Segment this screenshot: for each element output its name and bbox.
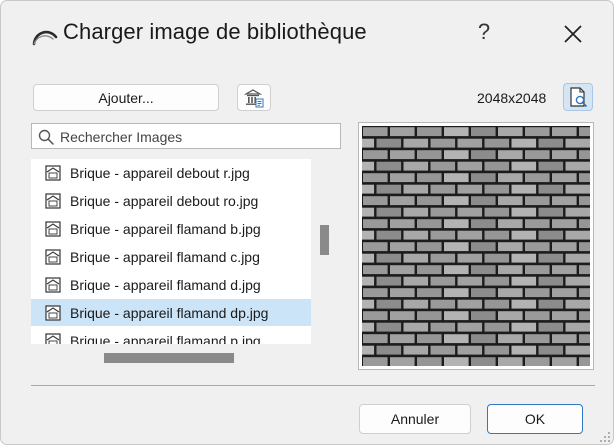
brick-texture-preview bbox=[362, 126, 590, 366]
close-icon[interactable] bbox=[558, 19, 588, 49]
dialog-title: Charger image de bibliothèque bbox=[63, 19, 367, 44]
footer-divider bbox=[31, 385, 595, 386]
library-building-icon bbox=[244, 88, 264, 107]
add-button[interactable]: Ajouter... bbox=[33, 84, 219, 111]
list-item-label: Brique - appareil flamand b.jpg bbox=[70, 220, 261, 237]
load-library-image-dialog: Charger image de bibliothèque ? Ajouter.… bbox=[0, 0, 614, 445]
list-item-label: Brique - appareil flamand d.jpg bbox=[70, 276, 261, 293]
vertical-scrollbar-thumb[interactable] bbox=[320, 225, 329, 255]
search-input[interactable] bbox=[58, 126, 340, 148]
list-item[interactable]: Brique - appareil debout ro.jpg bbox=[31, 187, 311, 214]
search-icon bbox=[38, 129, 54, 145]
list-item[interactable]: Brique - appareil flamand dp.jpg bbox=[31, 299, 311, 326]
preview-toggle-button[interactable] bbox=[563, 83, 593, 111]
cancel-button[interactable]: Annuler bbox=[359, 404, 471, 434]
image-file-icon bbox=[45, 304, 61, 321]
list-item[interactable]: Brique - appareil flamand p.jpg bbox=[31, 327, 311, 344]
image-file-list: Brique - appareil debout r.jpg Brique - a… bbox=[31, 159, 311, 344]
arc-app-icon bbox=[32, 30, 58, 46]
list-item[interactable]: Brique - appareil flamand b.jpg bbox=[31, 215, 311, 242]
list-item[interactable]: Brique - appareil debout r.jpg bbox=[31, 159, 311, 186]
image-preview bbox=[358, 122, 594, 370]
image-file-icon bbox=[45, 248, 61, 265]
image-file-icon bbox=[45, 164, 61, 181]
resize-grip-icon[interactable] bbox=[597, 429, 611, 443]
horizontal-scrollbar-thumb[interactable] bbox=[104, 353, 234, 363]
document-search-icon bbox=[570, 87, 587, 107]
library-button[interactable] bbox=[237, 84, 271, 111]
search-box bbox=[31, 123, 341, 149]
image-resolution: 2048x2048 bbox=[477, 90, 547, 106]
list-item-label: Brique - appareil flamand p.jpg bbox=[70, 332, 261, 345]
list-item[interactable]: Brique - appareil flamand d.jpg bbox=[31, 271, 311, 298]
list-item-label: Brique - appareil debout r.jpg bbox=[70, 164, 250, 181]
image-file-icon bbox=[45, 220, 61, 237]
ok-button[interactable]: OK bbox=[487, 404, 583, 434]
list-item[interactable]: Brique - appareil flamand c.jpg bbox=[31, 243, 311, 270]
list-item-label: Brique - appareil flamand dp.jpg bbox=[70, 304, 269, 321]
help-button[interactable]: ? bbox=[469, 17, 499, 47]
image-file-icon bbox=[45, 332, 61, 344]
list-item-label: Brique - appareil debout ro.jpg bbox=[70, 192, 259, 209]
image-file-icon bbox=[45, 192, 61, 209]
image-file-icon bbox=[45, 276, 61, 293]
title-bar: Charger image de bibliothèque ? bbox=[1, 1, 613, 63]
list-item-label: Brique - appareil flamand c.jpg bbox=[70, 248, 260, 265]
